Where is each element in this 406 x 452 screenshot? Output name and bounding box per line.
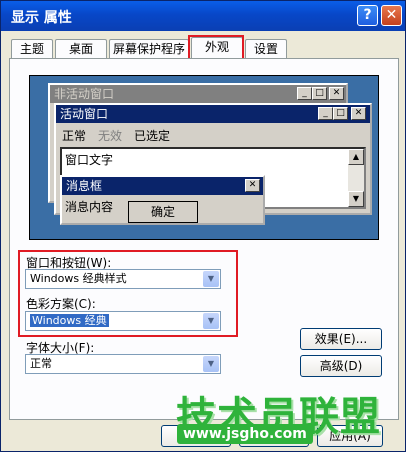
scroll-down-icon: ▼ xyxy=(348,191,364,207)
message-box-caption: 消息框 xyxy=(62,177,263,195)
help-button[interactable]: ? xyxy=(357,5,378,26)
tab-desktop[interactable]: 桌面 xyxy=(55,39,107,58)
windows-buttons-value: Windows 经典样式 xyxy=(30,272,127,285)
tab-screensaver[interactable]: 屏幕保护程序 xyxy=(109,39,189,58)
inactive-close-icon: ✕ xyxy=(329,87,344,100)
message-box-title: 消息框 xyxy=(66,179,103,193)
window-title: 显示 属性 xyxy=(11,10,72,26)
effects-button[interactable]: 效果(E)... xyxy=(300,328,382,350)
message-box-close-icon: ✕ xyxy=(245,179,260,192)
active-minimize-icon: _ xyxy=(318,107,333,120)
window-text: 窗口文字 xyxy=(65,153,114,167)
active-maximize-icon: □ xyxy=(333,107,348,120)
tab-themes[interactable]: 主题 xyxy=(11,39,53,58)
menu-normal: 正常 xyxy=(62,129,87,143)
menu-selected: 已选定 xyxy=(134,129,171,143)
scroll-up-icon: ▲ xyxy=(348,149,364,165)
color-scheme-label: 色彩方案(C): xyxy=(26,297,96,311)
font-size-select[interactable]: 正常 ▼ xyxy=(25,354,221,374)
inactive-maximize-icon: □ xyxy=(312,87,327,100)
chevron-down-icon[interactable]: ▼ xyxy=(203,356,219,372)
inactive-minimize-icon: _ xyxy=(297,87,312,100)
font-size-value: 正常 xyxy=(30,357,52,370)
message-box-content: 消息内容 xyxy=(65,200,114,214)
title-bar[interactable]: 显示 属性 ? ✕ xyxy=(1,1,405,31)
chevron-down-icon[interactable]: ▼ xyxy=(203,313,219,329)
windows-buttons-select[interactable]: Windows 经典样式 ▼ xyxy=(25,269,221,289)
chevron-down-icon[interactable]: ▼ xyxy=(203,271,219,287)
close-button[interactable]: ✕ xyxy=(381,5,402,26)
menu-disabled: 无效 xyxy=(98,129,123,143)
appearance-preview: 非活动窗口 _ □ ✕ 活动窗口 _ □ ✕ 正常 无效 已选定 窗口文字 ▲ … xyxy=(29,75,379,240)
preview-message-box: 消息框 ✕ 消息内容 确定 xyxy=(60,175,265,225)
display-properties-window: 显示 属性 ? ✕ 主题 桌面 屏幕保护程序 外观 设置 非活动窗口 _ □ ✕… xyxy=(0,0,406,452)
active-close-icon: ✕ xyxy=(351,107,366,120)
color-scheme-value: Windows 经典 xyxy=(30,314,109,327)
message-box-ok-button: 确定 xyxy=(128,201,198,223)
tab-settings[interactable]: 设置 xyxy=(245,39,287,58)
watermark-url: www.jsgho.com xyxy=(177,424,313,444)
color-scheme-select[interactable]: Windows 经典 ▼ xyxy=(25,311,221,331)
preview-scrollbar: ▲ ▼ xyxy=(348,149,364,207)
advanced-button[interactable]: 高级(D) xyxy=(300,355,382,377)
active-window-title: 活动窗口 xyxy=(60,107,109,121)
inactive-window-title: 非活动窗口 xyxy=(54,87,115,101)
